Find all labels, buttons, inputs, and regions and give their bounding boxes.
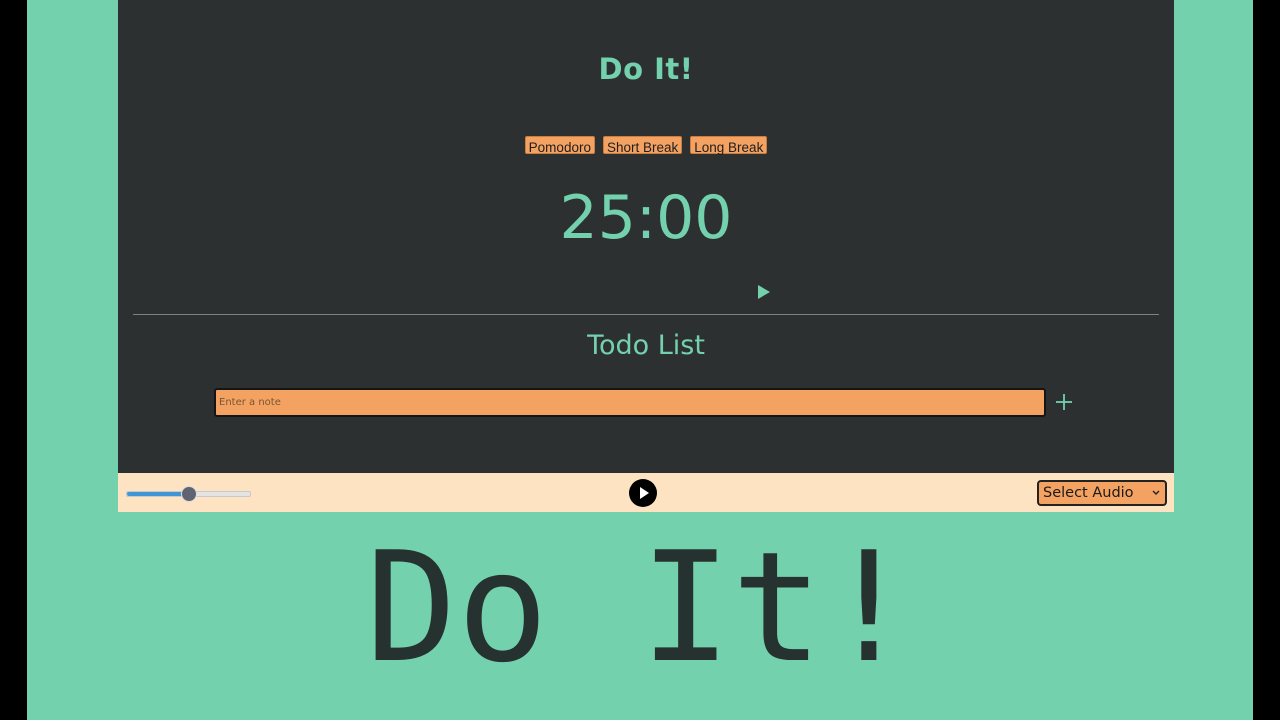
play-circle-icon[interactable] [629,479,657,507]
play-icon[interactable] [756,284,772,300]
volume-slider-thumb[interactable] [180,486,197,502]
audio-bar: Select Audio [118,473,1174,512]
todo-list-title: Todo List [587,330,705,361]
pomodoro-button[interactable]: Pomodoro [524,136,595,155]
overlay-title: Do It! [365,519,915,696]
short-break-button[interactable]: Short Break [602,136,683,155]
mode-tabs: Pomodoro Short Break Long Break [118,136,1174,155]
app-title: Do It! [598,52,694,86]
plus-icon[interactable] [1052,390,1076,414]
divider [133,314,1159,315]
pomodoro-app: Do It! Pomodoro Short Break Long Break 2… [118,0,1174,473]
note-input[interactable] [214,388,1046,417]
long-break-button[interactable]: Long Break [690,136,768,155]
volume-fill [127,492,189,496]
video-frame: Do It! Pomodoro Short Break Long Break 2… [27,0,1253,720]
chevron-down-icon [1151,485,1161,501]
select-audio-dropdown[interactable]: Select Audio [1037,480,1167,506]
select-audio-label: Select Audio [1043,485,1134,501]
volume-slider[interactable] [126,486,251,502]
timer-display: 25:00 [559,183,733,253]
